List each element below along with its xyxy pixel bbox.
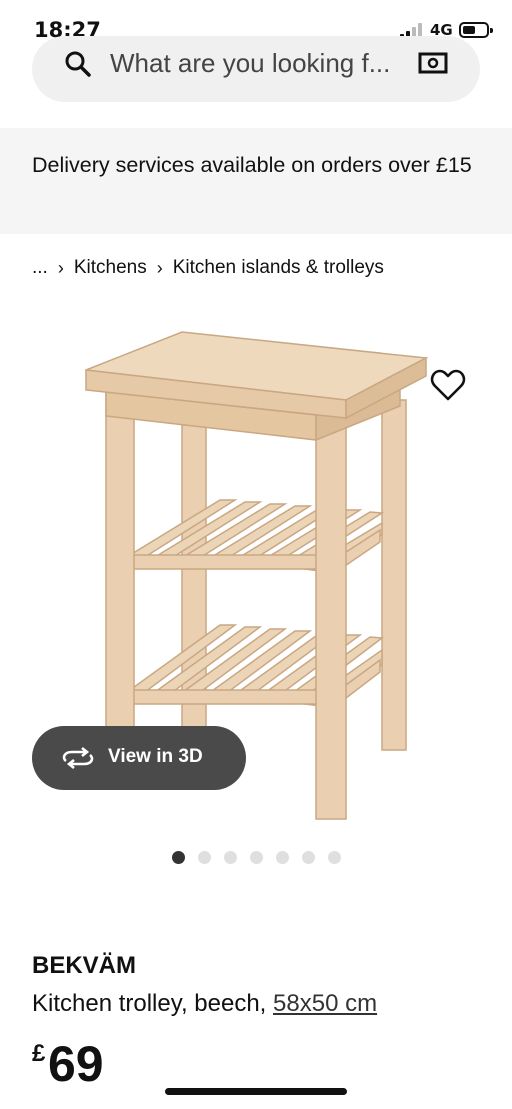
favourite-button[interactable] bbox=[430, 368, 466, 402]
carousel-dot[interactable] bbox=[276, 851, 289, 864]
carousel-dot[interactable] bbox=[302, 851, 315, 864]
delivery-banner-text[interactable]: Delivery services available on orders ov… bbox=[32, 148, 482, 182]
carousel-dot[interactable] bbox=[250, 851, 263, 864]
breadcrumb-item-kitchens[interactable]: Kitchens bbox=[74, 257, 147, 279]
view-in-3d-label: View in 3D bbox=[108, 746, 203, 767]
carousel-dot[interactable] bbox=[224, 851, 237, 864]
search-icon[interactable] bbox=[64, 50, 92, 78]
rotate-3d-icon bbox=[62, 747, 94, 769]
carousel-dot[interactable] bbox=[328, 851, 341, 864]
search-bar[interactable]: What are you looking f... bbox=[32, 36, 480, 102]
product-name: BEKVÄM bbox=[32, 952, 137, 979]
heart-icon bbox=[430, 369, 466, 401]
price-value: 69 bbox=[48, 1036, 104, 1092]
product-size-link[interactable]: 58x50 cm bbox=[273, 990, 377, 1017]
delivery-banner[interactable]: Delivery services available on orders ov… bbox=[0, 128, 512, 234]
search-input[interactable]: What are you looking f... bbox=[110, 48, 390, 79]
product-description-text: Kitchen trolley, beech, bbox=[32, 990, 274, 1017]
chevron-right-icon: › bbox=[156, 257, 163, 278]
product-description: Kitchen trolley, beech, 58x50 cm bbox=[32, 990, 377, 1018]
breadcrumb-ellipsis[interactable]: ... bbox=[32, 257, 48, 279]
price-currency: £ bbox=[32, 1040, 46, 1067]
carousel-dot[interactable] bbox=[198, 851, 211, 864]
breadcrumb-item-kitchen-islands[interactable]: Kitchen islands & trolleys bbox=[173, 257, 384, 279]
breadcrumb: ... › Kitchens › Kitchen islands & troll… bbox=[32, 254, 384, 282]
chevron-right-icon: › bbox=[57, 257, 64, 278]
camera-icon[interactable] bbox=[418, 52, 448, 74]
home-indicator bbox=[165, 1088, 347, 1095]
view-in-3d-button[interactable]: View in 3D bbox=[32, 726, 246, 790]
battery-icon bbox=[459, 22, 493, 38]
carousel-dot[interactable] bbox=[172, 851, 185, 864]
